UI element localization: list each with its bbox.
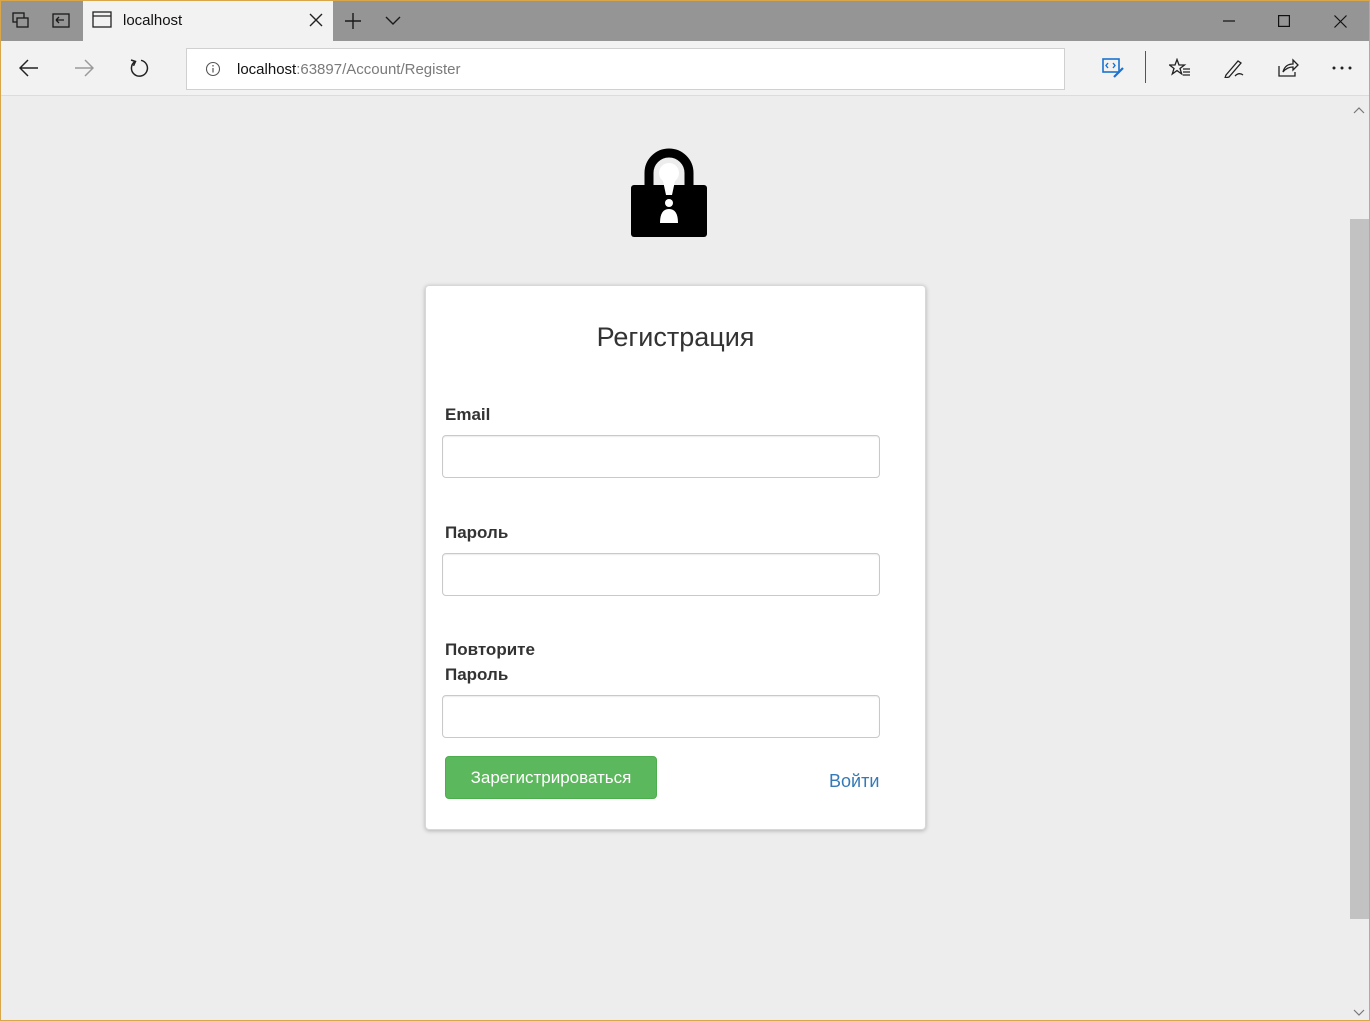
address-bar[interactable]: localhost:63897/Account/Register bbox=[186, 48, 1065, 90]
dev-tools-icon[interactable] bbox=[1099, 54, 1127, 82]
email-field[interactable] bbox=[442, 435, 880, 478]
maximize-icon[interactable] bbox=[1256, 1, 1312, 41]
url-text: localhost:63897/Account/Register bbox=[237, 61, 460, 78]
toolbar-divider bbox=[1145, 51, 1146, 83]
tab-title: localhost bbox=[123, 12, 183, 29]
confirm-password-label: Повторите Пароль bbox=[445, 640, 535, 684]
register-card: Регистрация Email Пароль Повторите Парол… bbox=[425, 285, 926, 830]
minimize-icon[interactable] bbox=[1201, 1, 1257, 41]
page-title: Регистрация bbox=[596, 322, 755, 352]
tab-manager-icon[interactable] bbox=[1, 1, 41, 41]
info-icon[interactable] bbox=[205, 61, 221, 82]
scrollbar-thumb[interactable] bbox=[1350, 219, 1369, 919]
favorites-icon[interactable] bbox=[1166, 54, 1194, 82]
confirm-password-field[interactable] bbox=[442, 695, 880, 738]
chevron-down-icon[interactable] bbox=[384, 13, 402, 32]
share-icon[interactable] bbox=[1274, 54, 1302, 82]
more-icon[interactable] bbox=[1328, 54, 1356, 82]
email-label: Email bbox=[445, 405, 491, 424]
lock-icon bbox=[629, 147, 709, 244]
set-aside-tabs-icon[interactable] bbox=[41, 1, 81, 41]
navigation-bar: localhost:63897/Account/Register bbox=[1, 41, 1369, 96]
password-field[interactable] bbox=[442, 553, 880, 596]
tab-strip: localhost bbox=[1, 1, 1369, 41]
register-button[interactable]: Зарегистрироваться bbox=[445, 756, 657, 799]
scroll-down-icon[interactable] bbox=[1353, 1004, 1365, 1020]
back-arrow-icon[interactable] bbox=[15, 54, 43, 82]
refresh-icon[interactable] bbox=[125, 54, 153, 82]
url-path: :63897/Account/Register bbox=[296, 61, 461, 78]
page-icon bbox=[92, 11, 112, 33]
pen-icon[interactable] bbox=[1220, 54, 1248, 82]
tab-localhost[interactable]: localhost bbox=[83, 1, 333, 41]
password-label: Пароль bbox=[445, 523, 509, 542]
login-link[interactable]: Войти bbox=[829, 771, 879, 792]
close-window-icon[interactable] bbox=[1312, 1, 1368, 41]
new-tab-icon[interactable] bbox=[343, 11, 363, 36]
url-host: localhost bbox=[237, 61, 297, 78]
forward-arrow-icon[interactable] bbox=[70, 54, 98, 82]
close-tab-icon[interactable] bbox=[309, 13, 323, 32]
scroll-up-icon[interactable] bbox=[1353, 101, 1365, 119]
browser-window: localhost localhost:63897/Account/Regist… bbox=[1, 1, 1369, 1020]
